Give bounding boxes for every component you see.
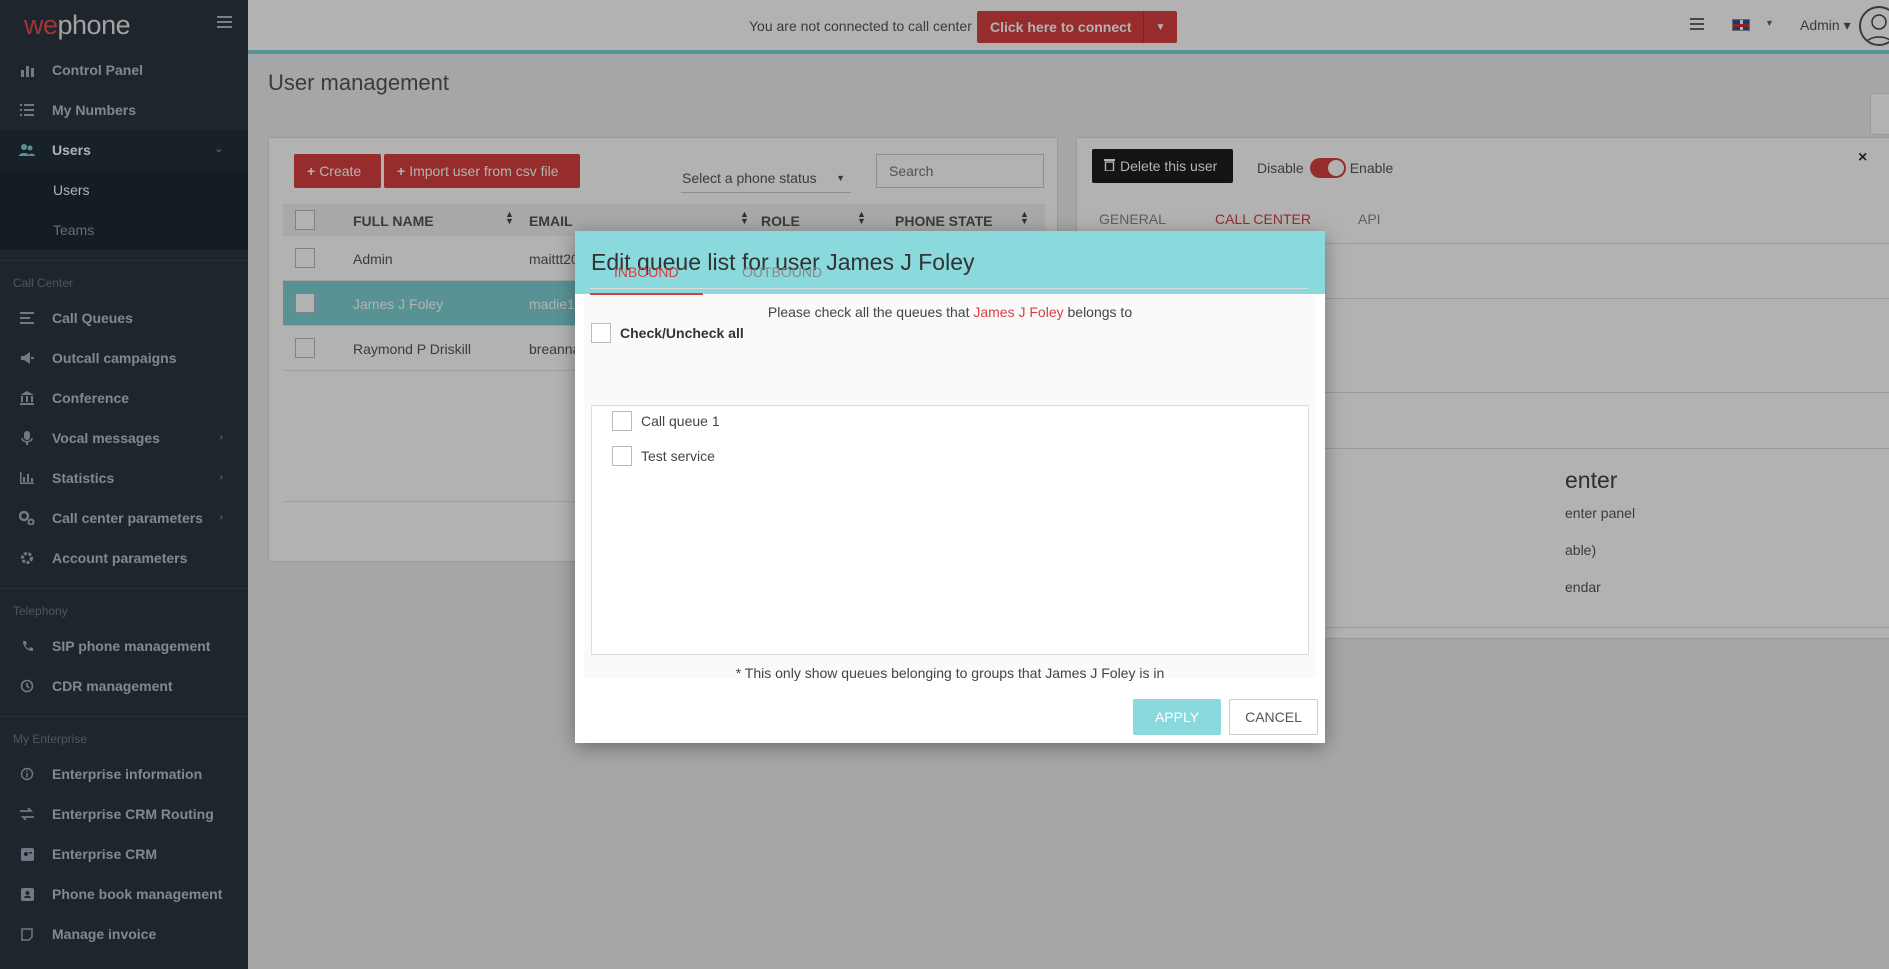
queue-checkbox[interactable]	[612, 411, 632, 431]
cancel-button[interactable]: CANCEL	[1229, 699, 1318, 735]
instruction-pre: Please check all the queues that	[767, 304, 970, 320]
instruction-user-name: James J Foley	[973, 304, 1064, 320]
instruction-text: Please check all the queues that James J…	[575, 304, 1325, 320]
queue-label: Test service	[641, 448, 715, 464]
queue-label: Call queue 1	[641, 413, 720, 429]
edit-queue-modal: Edit queue list for user James J Foley I…	[575, 231, 1325, 743]
queue-checkbox[interactable]	[612, 446, 632, 466]
modal-tabs: INBOUND OUTBOUND	[590, 255, 1308, 295]
queue-item[interactable]: Test service	[612, 446, 715, 466]
check-all[interactable]: Check/Uncheck all	[591, 323, 744, 343]
queue-list	[591, 405, 1309, 655]
queue-footnote: * This only show queues belonging to gro…	[735, 665, 1165, 681]
check-all-label: Check/Uncheck all	[620, 325, 744, 341]
instruction-post: belongs to	[1067, 304, 1133, 320]
apply-button[interactable]: APPLY	[1133, 699, 1221, 735]
tab-outbound[interactable]: OUTBOUND	[742, 264, 822, 280]
tab-inbound[interactable]: INBOUND	[590, 264, 703, 295]
queue-item[interactable]: Call queue 1	[612, 411, 720, 431]
check-all-checkbox[interactable]	[591, 323, 611, 343]
